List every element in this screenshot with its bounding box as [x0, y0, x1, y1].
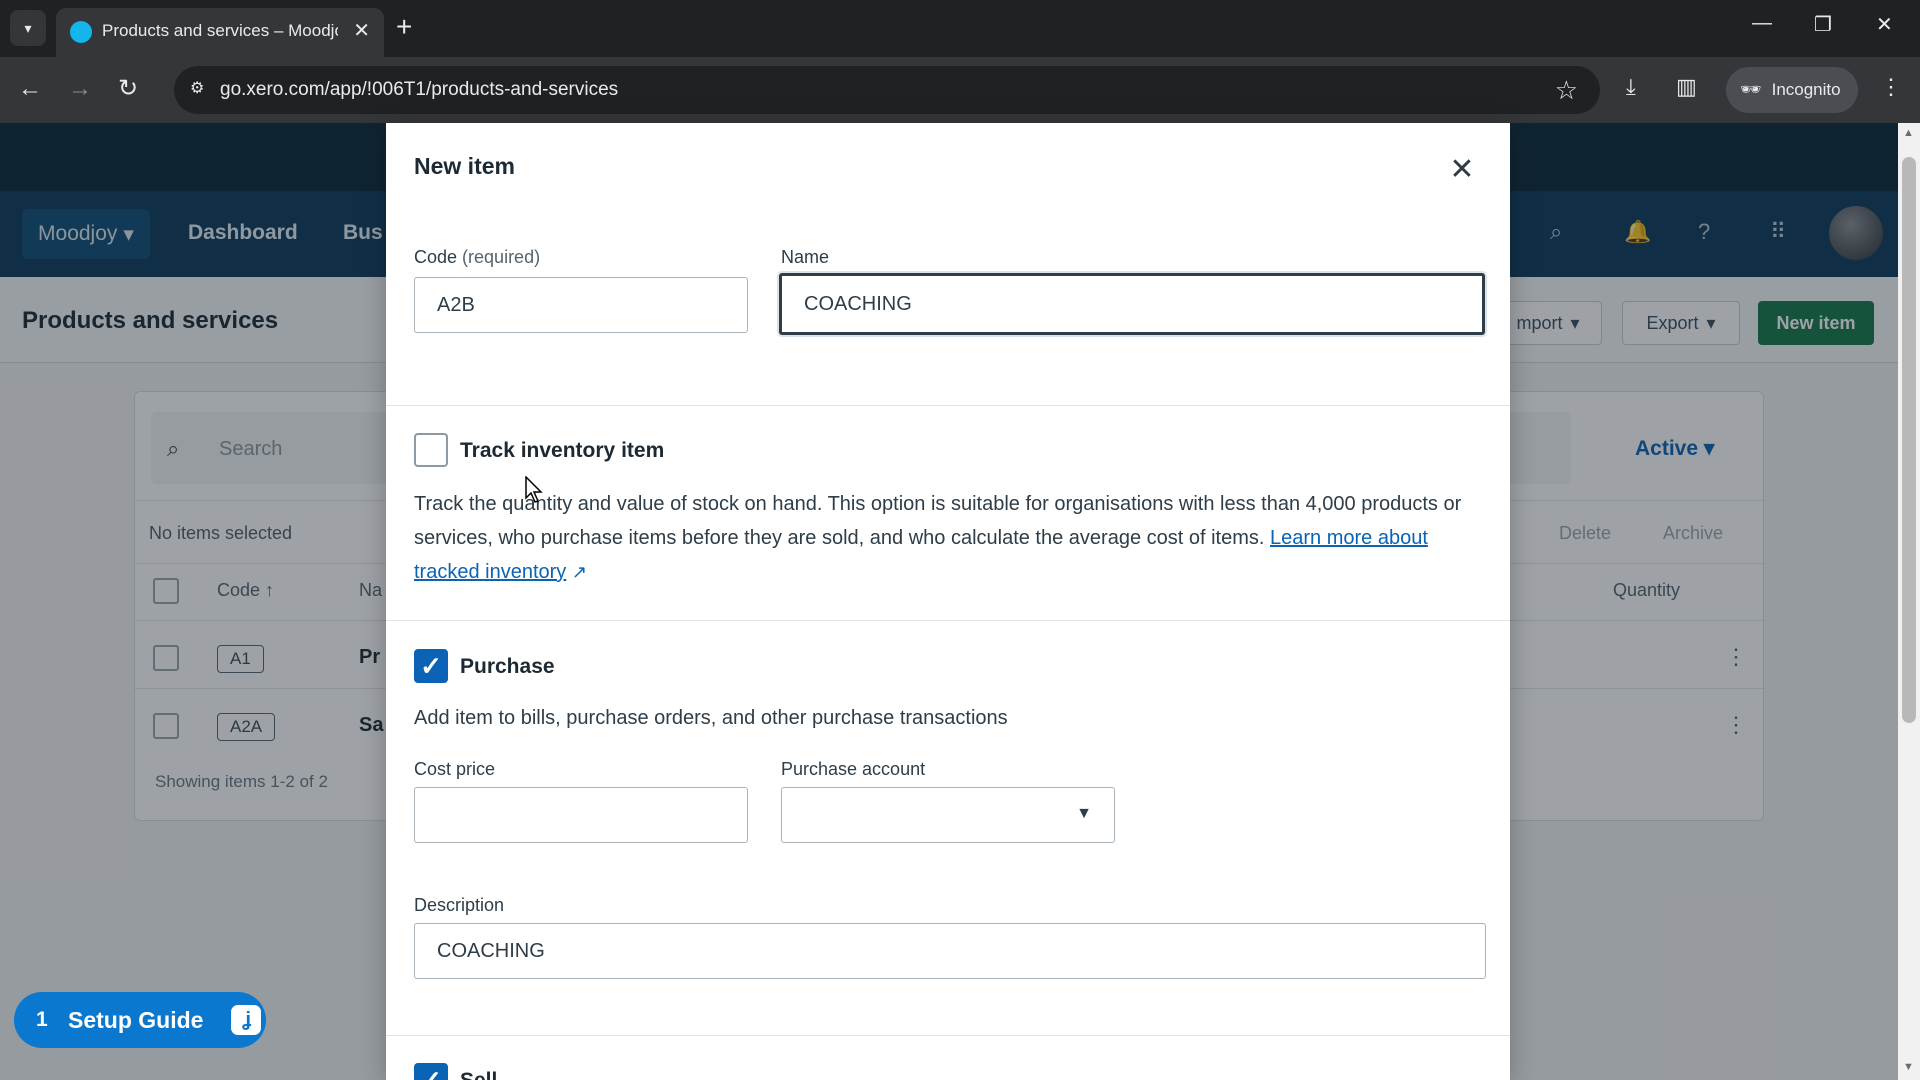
tab-close-icon[interactable]: ✕ — [353, 18, 370, 43]
incognito-label: Incognito — [1771, 80, 1841, 99]
incognito-indicator[interactable]: 🕶 Incognito — [1726, 67, 1858, 113]
close-window-icon[interactable]: ✕ — [1876, 12, 1893, 37]
browser-tab-active[interactable]: Products and services – Moodjoy ✕ — [56, 8, 384, 57]
assistant-chat-icon: ʝ — [231, 1005, 262, 1035]
external-link-icon: ↗ — [571, 562, 587, 582]
purchase-checkbox[interactable]: ✓ — [414, 649, 448, 683]
setup-guide-label: Setup Guide — [68, 1006, 204, 1033]
tab-title: Products and services – Moodjoy — [102, 21, 338, 40]
bookmark-star-icon[interactable]: ☆ — [1555, 75, 1578, 106]
code-field-label: Code (required) — [414, 247, 540, 268]
tab-search-button[interactable]: ▾ — [10, 10, 46, 46]
url-text[interactable]: go.xero.com/app/!006T1/products-and-serv… — [220, 79, 618, 101]
cost-price-label: Cost price — [414, 759, 496, 779]
new-tab-button[interactable]: + — [396, 12, 412, 42]
checkmark-icon: ✓ — [420, 651, 442, 681]
sell-label[interactable]: Sell — [460, 1069, 497, 1080]
code-input[interactable]: A2B — [414, 277, 748, 333]
forward-arrow-icon[interactable]: → — [68, 74, 92, 104]
track-inventory-checkbox[interactable] — [414, 433, 448, 467]
purchase-description: Add item to bills, purchase orders, and … — [414, 707, 1008, 729]
address-bar[interactable]: ⚙ go.xero.com/app/!006T1/products-and-se… — [174, 66, 1600, 114]
name-input[interactable]: COACHING — [779, 273, 1485, 335]
site-info-icon[interactable]: ⚙ — [190, 78, 212, 100]
chevron-down-icon: ▾ — [24, 19, 32, 36]
name-field-label: Name — [781, 247, 830, 267]
restore-window-icon[interactable]: ❐ — [1814, 12, 1832, 37]
setup-guide-count: 1 — [36, 1008, 48, 1031]
scroll-down-arrow-icon[interactable]: ▼ — [1903, 1061, 1914, 1073]
track-inventory-label[interactable]: Track inventory item — [460, 439, 664, 463]
checkmark-icon: ✓ — [420, 1065, 442, 1080]
close-icon[interactable]: ✕ — [1444, 151, 1480, 187]
purchase-account-label: Purchase account — [781, 759, 926, 779]
download-icon[interactable]: ⤓ — [1626, 74, 1636, 100]
scrollbar-thumb[interactable] — [1902, 157, 1916, 723]
setup-guide-button[interactable]: 1 Setup Guide ʝ — [14, 992, 266, 1048]
modal-title: New item — [414, 153, 515, 179]
section-divider — [386, 405, 1510, 406]
mouse-pointer-icon — [525, 476, 543, 503]
section-divider — [386, 620, 1510, 621]
minimize-window-icon[interactable]: — — [1752, 12, 1772, 35]
purchase-description-input[interactable]: COACHING — [414, 923, 1486, 979]
browser-tab-strip: ▾ Products and services – Moodjoy ✕ + — … — [0, 0, 1920, 57]
new-item-modal: New item ✕ Code (required) A2B Name COAC… — [386, 123, 1510, 1080]
reload-icon[interactable]: ↻ — [118, 74, 138, 104]
track-inventory-description: Track the quantity and value of stock on… — [414, 487, 1486, 589]
browser-toolbar: ← → ↻ ⚙ go.xero.com/app/!006T1/products-… — [0, 57, 1920, 123]
cost-price-input[interactable] — [414, 787, 748, 843]
browser-menu-icon[interactable]: ⋮ — [1880, 74, 1902, 100]
sell-checkbox[interactable]: ✓ — [414, 1063, 448, 1080]
scroll-up-arrow-icon[interactable]: ▲ — [1903, 127, 1914, 139]
xero-favicon-icon — [70, 21, 92, 43]
side-panel-icon[interactable]: ▥ — [1676, 74, 1697, 100]
incognito-icon: 🕶 — [1740, 80, 1762, 99]
purchase-label[interactable]: Purchase — [460, 655, 555, 679]
back-arrow-icon[interactable]: ← — [18, 74, 42, 104]
code-label-text: Code — [414, 247, 458, 267]
page-scrollbar[interactable]: ▲ ▼ — [1898, 123, 1920, 1080]
code-required-hint: (required) — [462, 247, 541, 267]
chevron-down-icon: ▼ — [1076, 805, 1092, 822]
section-divider — [386, 1035, 1510, 1036]
purchase-description-label: Description — [414, 895, 505, 915]
purchase-account-select[interactable]: ▼ — [781, 787, 1115, 843]
